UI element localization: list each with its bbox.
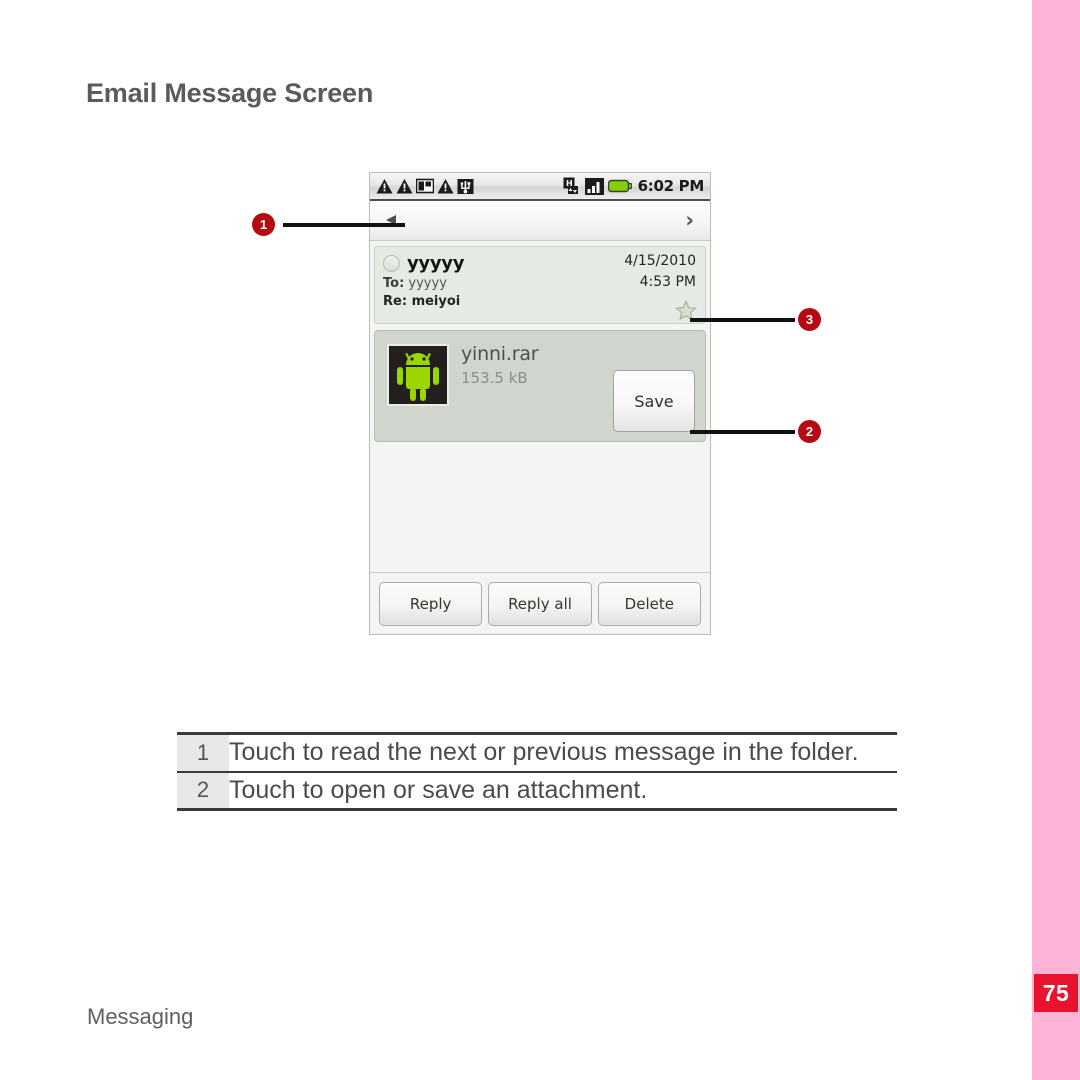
message-time: 4:53 PM bbox=[639, 274, 696, 290]
android-robot-icon bbox=[387, 344, 449, 406]
warning-triangle-icon bbox=[396, 178, 413, 193]
callout-badge-1: 1 bbox=[252, 213, 275, 236]
reply-button[interactable]: Reply bbox=[379, 581, 483, 626]
sim-card-icon bbox=[416, 178, 434, 194]
warning-triangle-icon bbox=[376, 178, 393, 193]
page-number: 75 bbox=[1034, 974, 1078, 1012]
subject-line: Re: meiyoi bbox=[383, 294, 697, 309]
phone-screenshot: H 6:02 PM › yyyyy To: yyyyy Re: meiyoi 4… bbox=[369, 172, 711, 635]
attachment-filesize: 153.5 kB bbox=[461, 369, 528, 387]
callout-badge-3: 3 bbox=[798, 308, 821, 331]
message-body-area bbox=[370, 442, 710, 564]
callout-badge-2: 2 bbox=[798, 420, 821, 443]
legend-table: 1 Touch to read the next or previous mes… bbox=[177, 732, 897, 811]
usb-icon bbox=[457, 178, 474, 194]
to-value: yyyyy bbox=[408, 276, 447, 291]
warning-triangle-icon bbox=[437, 178, 454, 193]
callout-leader-line-3 bbox=[690, 318, 795, 322]
legend-text-1: Touch to read the next or previous messa… bbox=[229, 732, 897, 772]
subject-value: meiyoi bbox=[411, 294, 461, 309]
table-row: 2 Touch to open or save an attachment. bbox=[177, 770, 897, 811]
legend-text-2: Touch to open or save an attachment. bbox=[229, 770, 897, 811]
subject-label: Re: bbox=[383, 294, 408, 309]
legend-number-1: 1 bbox=[177, 732, 229, 772]
footer-section-label: Messaging bbox=[87, 1004, 194, 1029]
page-edge-band bbox=[1032, 0, 1080, 1080]
legend-number-2: 2 bbox=[177, 770, 229, 811]
battery-full-icon bbox=[607, 179, 632, 193]
avatar bbox=[383, 255, 400, 272]
save-button[interactable]: Save bbox=[613, 370, 695, 432]
status-bar-clock: 6:02 PM bbox=[637, 177, 705, 195]
status-bar-notification-icons bbox=[370, 178, 474, 195]
action-bar: Reply Reply all Delete bbox=[370, 572, 710, 634]
callout-leader-line-1 bbox=[283, 223, 405, 227]
message-date: 4/15/2010 bbox=[624, 253, 696, 269]
signal-bars-icon bbox=[584, 177, 604, 195]
message-header: yyyyy To: yyyyy Re: meiyoi 4/15/2010 4:5… bbox=[374, 246, 706, 324]
status-bar-system-icons: H 6:02 PM bbox=[563, 173, 704, 199]
callout-leader-line-2 bbox=[690, 430, 795, 434]
status-bar: H 6:02 PM bbox=[370, 173, 710, 201]
delete-button[interactable]: Delete bbox=[597, 581, 701, 626]
table-row: 1 Touch to read the next or previous mes… bbox=[177, 732, 897, 772]
reply-all-button[interactable]: Reply all bbox=[488, 581, 592, 626]
attachment-panel[interactable]: yinni.rar 153.5 kB Save bbox=[374, 330, 706, 442]
next-message-button[interactable]: › bbox=[685, 208, 694, 232]
message-nav-bar[interactable]: › bbox=[370, 201, 710, 241]
sender-name: yyyyy bbox=[407, 253, 465, 274]
attachment-filename: yinni.rar bbox=[461, 343, 539, 365]
page-title: Email Message Screen bbox=[86, 78, 374, 108]
hsdpa-icon: H bbox=[563, 177, 578, 194]
previous-message-arrow-icon[interactable] bbox=[382, 210, 402, 232]
to-label: To: bbox=[383, 276, 405, 291]
